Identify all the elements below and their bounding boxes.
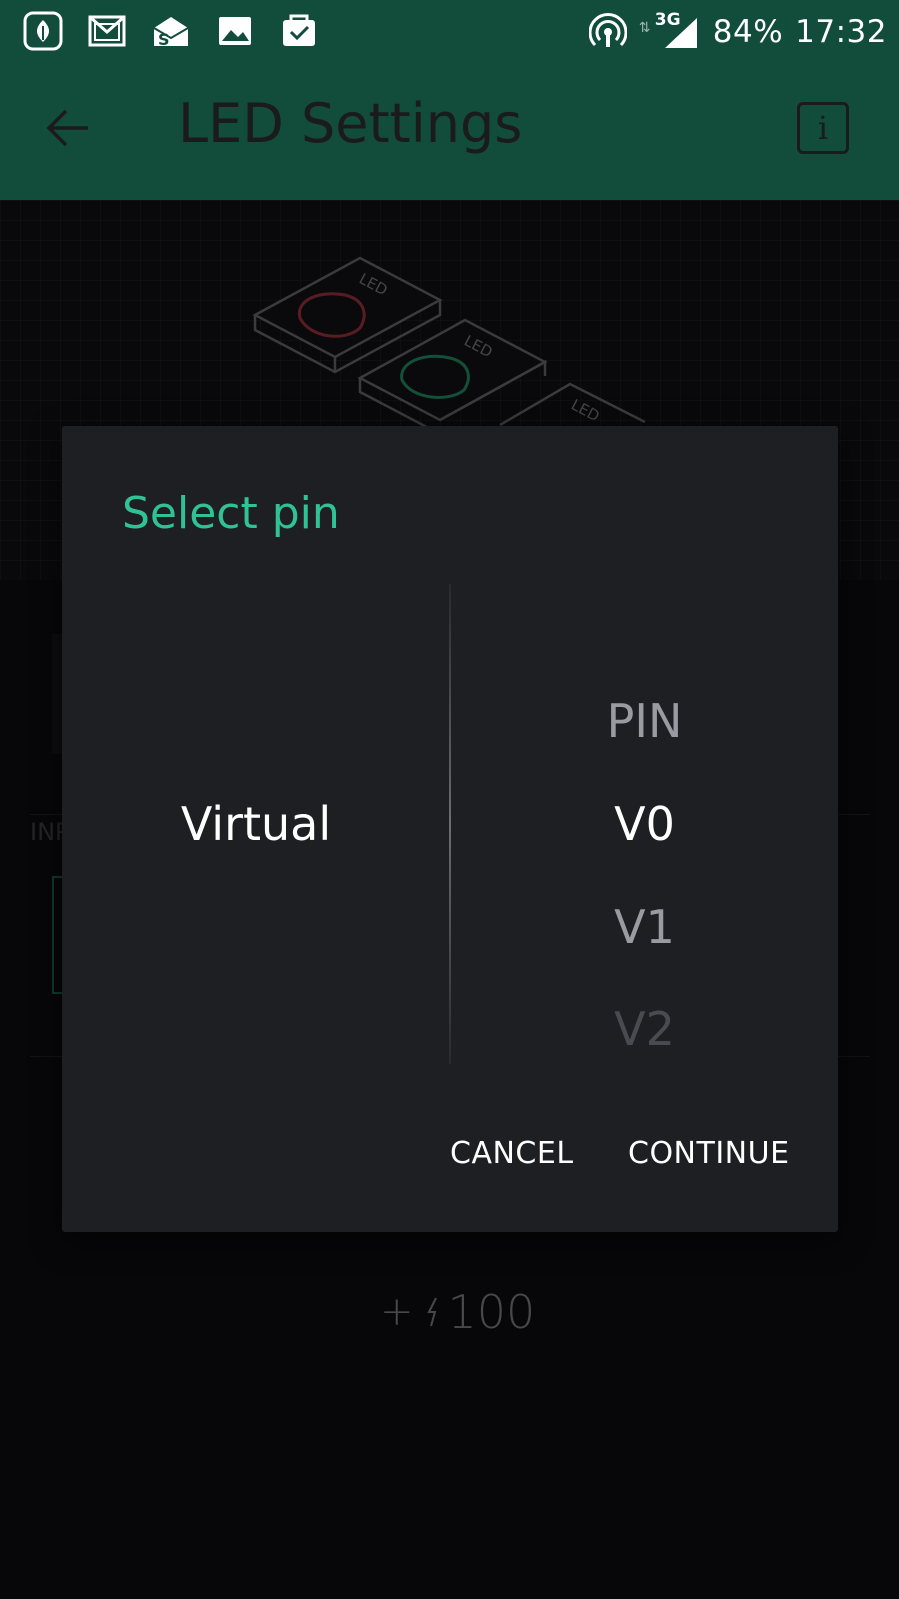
hotspot-icon: [588, 13, 627, 47]
battery-level: 84%: [712, 14, 784, 50]
notification-icons: S: [22, 10, 320, 52]
page-title: LED Settings: [178, 92, 523, 155]
signal-icon: [664, 18, 697, 48]
network-indicator: ⇅ 3G: [638, 10, 701, 52]
pin-option-selected[interactable]: V0: [451, 797, 838, 851]
continue-button[interactable]: CONTINUE: [628, 1136, 790, 1171]
pin-option[interactable]: V2: [451, 1002, 838, 1056]
svg-text:S: S: [158, 30, 170, 49]
tasks-icon: [283, 14, 315, 46]
info-icon: i: [817, 109, 829, 147]
back-button[interactable]: [40, 98, 100, 158]
status-bar: S ⇅ 3G 84% 17:32: [0, 0, 899, 64]
dialog-title: Select pin: [122, 488, 340, 539]
select-pin-dialog: Select pin Virtual PIN V0 V1 V2 CANCEL C…: [62, 426, 838, 1232]
gmail-icon: [88, 15, 126, 47]
arrow-left-icon: [46, 109, 88, 147]
pin-option[interactable]: V1: [451, 900, 838, 954]
pin-option[interactable]: PIN: [451, 694, 838, 748]
pin-type-picker[interactable]: Virtual: [62, 584, 450, 1064]
app-bar: LED Settings i: [0, 64, 899, 200]
pin-type-selected[interactable]: Virtual: [181, 797, 331, 851]
saavn-icon: [23, 11, 63, 51]
info-button[interactable]: i: [797, 102, 849, 154]
screen: S ⇅ 3G 84% 17:32 LED Settings i LED LED …: [0, 0, 899, 1599]
status-right: ⇅ 3G 84% 17:32: [588, 10, 887, 52]
clock: 17:32: [795, 14, 887, 50]
data-arrows-icon: ⇅: [638, 20, 651, 36]
gallery-icon: [219, 17, 251, 45]
cancel-button[interactable]: CANCEL: [450, 1136, 574, 1171]
sms-organizer-icon: S: [153, 17, 189, 49]
pin-number-picker[interactable]: PIN V0 V1 V2: [451, 584, 838, 1064]
